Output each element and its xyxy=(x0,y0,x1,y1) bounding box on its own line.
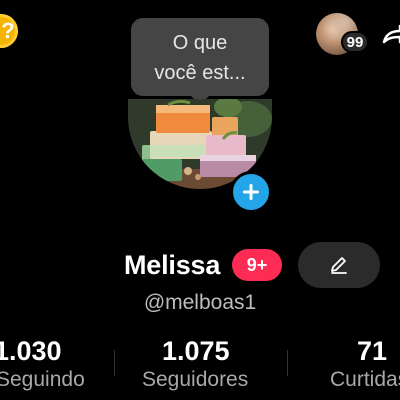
question-mark-glyph: ? xyxy=(1,18,15,43)
notification-count-badge: 99 xyxy=(341,31,369,53)
edit-profile-button[interactable] xyxy=(298,242,380,288)
stats-divider xyxy=(287,350,288,376)
likes-label: Curtidas xyxy=(330,368,400,391)
plus-icon xyxy=(243,184,259,200)
status-bubble[interactable]: O que você est... xyxy=(131,18,269,96)
name-notification-badge[interactable]: 9+ xyxy=(232,249,282,281)
profile-name: Melissa xyxy=(124,250,221,280)
followers-count[interactable]: 1.075 xyxy=(162,336,230,367)
add-story-button[interactable] xyxy=(230,171,272,213)
following-count[interactable]: 1.030 xyxy=(0,336,62,367)
coin-icon[interactable]: ? xyxy=(0,14,18,48)
profile-username: @melboas1 xyxy=(143,291,257,314)
status-text-line-2: você est... xyxy=(154,62,246,84)
share-arrow-icon[interactable] xyxy=(380,22,400,52)
status-text-line-1: O que xyxy=(172,32,228,54)
pencil-icon xyxy=(331,257,347,274)
following-label: Seguindo xyxy=(0,368,85,391)
followers-label: Seguidores xyxy=(142,368,249,391)
stats-divider xyxy=(114,350,115,376)
likes-count[interactable]: 71 xyxy=(357,336,387,367)
